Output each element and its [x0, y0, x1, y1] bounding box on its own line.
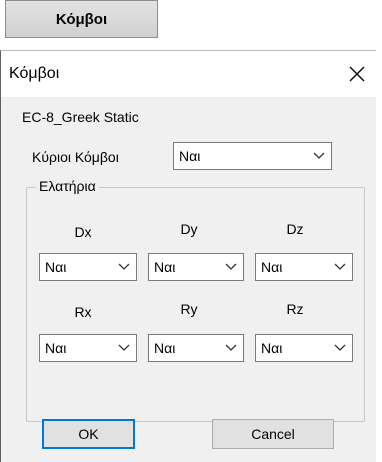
- rz-label: Rz: [286, 301, 304, 317]
- dx-label: Dx: [74, 224, 92, 240]
- cancel-button[interactable]: Cancel: [212, 419, 334, 449]
- chevron-down-icon: [118, 263, 130, 271]
- nodes-toolbar-button-label: Κόμβοι: [55, 10, 108, 28]
- dz-select[interactable]: Ναι: [255, 253, 353, 281]
- chevron-down-icon: [334, 344, 346, 352]
- dx-select[interactable]: Ναι: [39, 253, 137, 281]
- main-nodes-select[interactable]: Ναι: [173, 142, 332, 170]
- rz-select[interactable]: Ναι: [255, 334, 353, 362]
- analysis-name: EC-8_Greek Static: [22, 109, 139, 125]
- dz-value: Ναι: [261, 259, 283, 275]
- rx-value: Ναι: [45, 340, 67, 356]
- ry-select[interactable]: Ναι: [148, 334, 244, 362]
- ok-button[interactable]: OK: [42, 419, 135, 449]
- ry-label: Ry: [180, 301, 198, 317]
- dialog-title: Κόμβοι: [9, 65, 60, 82]
- dy-select[interactable]: Ναι: [148, 253, 244, 281]
- close-icon: [349, 66, 365, 82]
- chevron-down-icon: [225, 263, 237, 271]
- chevron-down-icon: [313, 152, 325, 160]
- main-nodes-label: Κύριοι Κόμβοι: [32, 149, 119, 165]
- dy-label: Dy: [180, 221, 198, 237]
- main-nodes-value: Ναι: [179, 148, 201, 164]
- nodes-toolbar-button[interactable]: Κόμβοι: [5, 0, 158, 38]
- close-button[interactable]: [342, 59, 372, 89]
- chevron-down-icon: [225, 344, 237, 352]
- ry-value: Ναι: [154, 340, 176, 356]
- dz-label: Dz: [286, 221, 304, 237]
- springs-group-legend: Ελατήρια: [36, 178, 99, 194]
- chevron-down-icon: [118, 344, 130, 352]
- dx-value: Ναι: [45, 259, 67, 275]
- cancel-button-label: Cancel: [251, 426, 295, 442]
- rz-value: Ναι: [261, 340, 283, 356]
- dialog-titlebar: Κόμβοι: [1, 51, 376, 97]
- rx-label: Rx: [74, 304, 92, 320]
- rx-select[interactable]: Ναι: [39, 334, 137, 362]
- dy-value: Ναι: [154, 259, 176, 275]
- chevron-down-icon: [334, 263, 346, 271]
- nodes-dialog: Κόμβοι EC-8_Greek Static Κύριοι Κόμβοι Ν…: [0, 50, 376, 462]
- ok-button-label: OK: [78, 426, 99, 442]
